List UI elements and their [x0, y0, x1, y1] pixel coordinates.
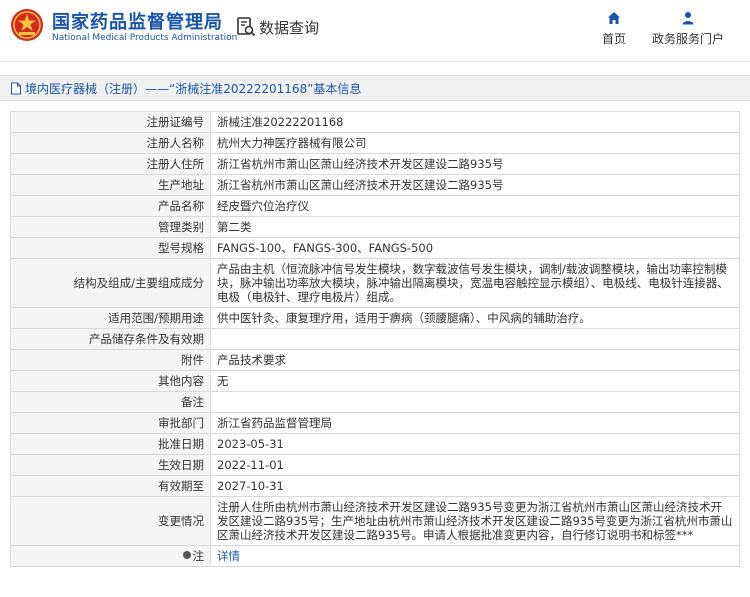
- table-row: 产品名称 经皮暨穴位治疗仪: [10, 195, 740, 217]
- field-value: 杭州大力神医疗器械有限公司: [210, 132, 740, 154]
- field-label: 型号规格: [10, 237, 211, 259]
- field-label: 结构及组成/主要组成成分: [10, 258, 211, 308]
- field-label: 产品储存条件及有效期: [10, 328, 211, 350]
- table-row: 型号规格 FANGS-100、FANGS-300、FANGS-500: [10, 237, 740, 259]
- nav-home-label: 首页: [601, 32, 626, 46]
- field-value: [210, 328, 740, 350]
- table-row: 审批部门 浙江省药品监督管理局: [10, 412, 740, 434]
- table-row: 注册人住所 浙江省杭州市萧山区萧山经济技术开发区建设二路935号: [10, 153, 740, 175]
- breadcrumb-text[interactable]: 境内医疗器械（注册）——“浙械注准20222201168”基本信息: [25, 80, 361, 97]
- table-row: 注册人名称 杭州大力神医疗器械有限公司: [10, 132, 740, 154]
- nav-home[interactable]: 首页: [598, 11, 630, 47]
- field-label: 适用范围/预期用途: [10, 307, 211, 329]
- registration-detail-table: 注册证编号 浙械注准20222201168 注册人名称 杭州大力神医疗器械有限公…: [10, 111, 740, 567]
- field-value: 浙江省杭州市萧山区萧山经济技术开发区建设二路935号: [210, 153, 740, 175]
- field-value: 供中医针灸、康复理疗用，适用于痹病（颈腰腿痛）、中风病的辅助治疗。: [210, 307, 740, 329]
- field-label: 备注: [10, 391, 211, 413]
- field-label: 产品名称: [10, 195, 211, 217]
- nmpa-emblem-icon[interactable]: [10, 8, 44, 42]
- table-row: 适用范围/预期用途 供中医针灸、康复理疗用，适用于痹病（颈腰腿痛）、中风病的辅助…: [10, 307, 740, 329]
- note-label-cell: 注: [10, 545, 211, 567]
- table-row: 管理类别 第二类: [10, 216, 740, 238]
- field-label: 生产地址: [10, 174, 211, 196]
- field-value: 浙械注准20222201168: [210, 111, 740, 133]
- note-label: 注: [182, 549, 205, 563]
- field-label: 其他内容: [10, 370, 211, 392]
- user-icon: [682, 12, 694, 25]
- home-icon: [608, 12, 620, 24]
- search-document-icon: [237, 17, 256, 37]
- note-label-text: 注: [192, 549, 205, 563]
- field-value: FANGS-100、FANGS-300、FANGS-500: [210, 237, 740, 259]
- table-row: 生产地址 浙江省杭州市萧山区萧山经济技术开发区建设二路935号: [10, 174, 740, 196]
- field-value: 产品技术要求: [210, 349, 740, 371]
- table-row: 结构及组成/主要组成成分 产品由主机（恒流脉冲信号发生模块，数字载波信号发生模块…: [10, 258, 740, 308]
- field-label: 注册人住所: [10, 153, 211, 175]
- table-row: 生效日期 2022-11-01: [10, 454, 740, 476]
- field-label: 有效期至: [10, 475, 211, 497]
- data-query-label: 数据查询: [259, 18, 320, 37]
- field-value: 2022-11-01: [210, 454, 740, 476]
- field-label: 附件: [10, 349, 211, 371]
- field-value: 浙江省杭州市萧山区萧山经济技术开发区建设二路935号: [210, 174, 740, 196]
- field-value: 2023-05-31: [210, 433, 740, 455]
- details-link[interactable]: 详情: [210, 545, 740, 567]
- field-label: 注册证编号: [10, 111, 211, 133]
- field-value: 浙江省药品监督管理局: [210, 412, 740, 434]
- brand-subtitle[interactable]: National Medical Products Administration: [52, 33, 237, 43]
- field-value: 经皮暨穴位治疗仪: [210, 195, 740, 217]
- table-row: 其他内容 无: [10, 370, 740, 392]
- brand-title[interactable]: 国家药品监督管理局: [52, 8, 223, 34]
- field-value: 无: [210, 370, 740, 392]
- table-row: 批准日期 2023-05-31: [10, 433, 740, 455]
- field-value: 2027-10-31: [210, 475, 740, 497]
- table-row: 附件 产品技术要求: [10, 349, 740, 371]
- nav-service-portal[interactable]: 政务服务门户: [650, 11, 726, 47]
- field-label: 变更情况: [10, 496, 211, 546]
- table-row: 注 详情: [10, 545, 740, 567]
- field-value: [210, 391, 740, 413]
- table-row: 变更情况 注册人住所由杭州市萧山经济技术开发区建设二路935号变更为浙江省杭州市…: [10, 496, 740, 546]
- document-icon: [11, 82, 21, 94]
- field-label: 批准日期: [10, 433, 211, 455]
- field-value: 第二类: [210, 216, 740, 238]
- pin-icon: [182, 551, 191, 559]
- table-row: 注册证编号 浙械注准20222201168: [10, 111, 740, 133]
- field-label: 注册人名称: [10, 132, 211, 154]
- table-row: 产品储存条件及有效期: [10, 328, 740, 350]
- field-label: 审批部门: [10, 412, 211, 434]
- field-label: 管理类别: [10, 216, 211, 238]
- table-row: 备注: [10, 391, 740, 413]
- breadcrumb: 境内医疗器械（注册）——“浙械注准20222201168”基本信息: [0, 75, 750, 101]
- nav-service-portal-label: 政务服务门户: [651, 32, 724, 46]
- table-row: 有效期至 2027-10-31: [10, 475, 740, 497]
- data-query-link[interactable]: 数据查询: [236, 15, 319, 39]
- field-value: 注册人住所由杭州市萧山经济技术开发区建设二路935号变更为浙江省杭州市萧山区萧山…: [210, 496, 740, 546]
- field-value: 产品由主机（恒流脉冲信号发生模块，数字载波信号发生模块，调制/载波调整模块，输出…: [210, 258, 740, 308]
- site-header: 国家药品监督管理局 National Medical Products Admi…: [0, 0, 750, 62]
- field-label: 生效日期: [10, 454, 211, 476]
